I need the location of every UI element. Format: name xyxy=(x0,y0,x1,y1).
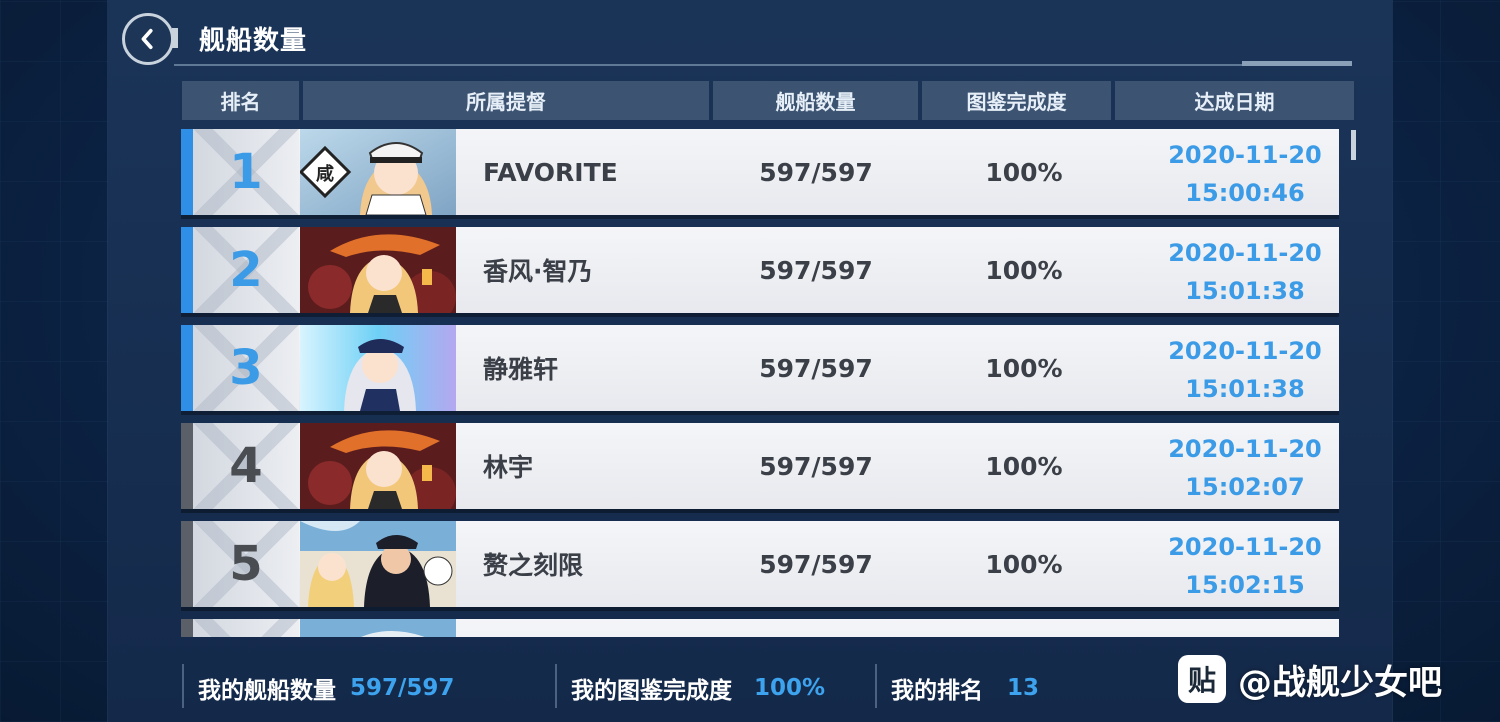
ship-count: 597/597 xyxy=(759,353,873,383)
table-row[interactable] xyxy=(181,619,1339,637)
date-text: 2020-11-20 xyxy=(1168,435,1322,463)
my-completion-label: 我的图鉴完成度 xyxy=(571,678,732,704)
achieved-date: 2020-11-20 15:01:38 xyxy=(1131,335,1341,405)
my-completion-stat: 我的图鉴完成度 100% xyxy=(571,670,825,706)
avatar: 咸 xyxy=(300,129,456,215)
my-ships-stat: 我的舰船数量 597/597 xyxy=(198,670,454,706)
ship-count: 597/597 xyxy=(759,549,873,579)
table-row[interactable]: 3 静雅轩 597/597 100% 2020-11-20 15:01:38 xyxy=(181,325,1339,411)
avatar xyxy=(300,227,456,313)
title-divider xyxy=(174,64,1352,66)
completion-rate: 100% xyxy=(985,549,1063,579)
my-ships-value: 597/597 xyxy=(350,675,455,701)
table-row[interactable]: 5 赘之刻限 597/597 100% 2020-11-20 15:02:15 xyxy=(181,521,1339,607)
my-rank-label: 我的排名 xyxy=(891,678,983,704)
avatar xyxy=(300,325,456,411)
time-text: 15:02:07 xyxy=(1185,473,1305,501)
my-ships-label: 我的舰船数量 xyxy=(198,678,336,704)
my-rank-value: 13 xyxy=(1007,675,1040,701)
divider xyxy=(182,664,184,708)
scrollbar[interactable] xyxy=(1351,130,1356,160)
completion-rate: 100% xyxy=(985,255,1063,285)
back-button-tab xyxy=(172,28,178,48)
admiral-name: FAVORITE xyxy=(483,157,618,187)
date-text: 2020-11-20 xyxy=(1168,337,1322,365)
achieved-date: 2020-11-20 15:01:38 xyxy=(1131,237,1341,307)
column-header-rank: 排名 xyxy=(182,81,299,120)
rank-number: 3 xyxy=(229,340,263,396)
column-header-admiral: 所属提督 xyxy=(303,81,709,120)
rank-stripe xyxy=(181,129,193,215)
column-header-date: 达成日期 xyxy=(1115,81,1354,120)
rank-stripe xyxy=(181,325,193,411)
rank-stripe xyxy=(181,619,193,637)
rank-number: 4 xyxy=(229,438,263,494)
back-button[interactable] xyxy=(122,13,174,65)
ship-count: 597/597 xyxy=(759,255,873,285)
admiral-name: 香风·智乃 xyxy=(483,257,593,286)
completion-rate: 100% xyxy=(985,157,1063,187)
column-header-completion: 图鉴完成度 xyxy=(922,81,1111,120)
achieved-date: 2020-11-20 15:02:15 xyxy=(1131,531,1341,601)
ranking-list[interactable]: 1 咸 FAVORITE 597/597 100% 2020-11-20 15:… xyxy=(181,129,1341,637)
achieved-date: 2020-11-20 15:02:07 xyxy=(1131,433,1341,503)
page-title: 舰船数量 xyxy=(199,26,308,56)
completion-rate: 100% xyxy=(985,353,1063,383)
chevron-left-icon xyxy=(141,28,153,50)
admiral-name: 林宇 xyxy=(483,453,534,482)
date-text: 2020-11-20 xyxy=(1168,239,1322,267)
rank-number: 1 xyxy=(229,144,263,200)
rank-number: 5 xyxy=(229,536,263,592)
rank-stripe xyxy=(181,521,193,607)
column-header-ships: 舰船数量 xyxy=(713,81,918,120)
achieved-date: 2020-11-20 15:00:46 xyxy=(1131,139,1341,209)
watermark-text: @战舰少女吧 xyxy=(1238,662,1442,703)
ship-count: 597/597 xyxy=(759,451,873,481)
leaderboard-panel: 舰船数量 排名 所属提督 舰船数量 图鉴完成度 达成日期 1 咸 FAVORIT… xyxy=(108,0,1392,722)
time-text: 15:01:38 xyxy=(1185,277,1305,305)
my-completion-value: 100% xyxy=(754,675,826,701)
table-row[interactable]: 1 咸 FAVORITE 597/597 100% 2020-11-20 15:… xyxy=(181,129,1339,215)
watermark: 贴 @战舰少女吧 xyxy=(1178,653,1442,705)
time-text: 15:02:15 xyxy=(1185,571,1305,599)
completion-rate: 100% xyxy=(985,451,1063,481)
date-text: 2020-11-20 xyxy=(1168,533,1322,561)
time-text: 15:00:46 xyxy=(1185,179,1305,207)
avatar xyxy=(300,423,456,509)
top-bar: 舰船数量 xyxy=(108,0,1392,68)
rank-stripe xyxy=(181,423,193,509)
avatar xyxy=(300,521,456,607)
rank-stripe xyxy=(181,227,193,313)
time-text: 15:01:38 xyxy=(1185,375,1305,403)
tieba-icon: 贴 xyxy=(1178,655,1226,703)
table-row[interactable]: 4 林宇 597/597 100% 2020-11-20 15:02:07 xyxy=(181,423,1339,509)
date-text: 2020-11-20 xyxy=(1168,141,1322,169)
svg-text:咸: 咸 xyxy=(316,164,334,185)
admiral-name: 静雅轩 xyxy=(483,355,559,384)
avatar xyxy=(300,619,456,637)
table-header: 排名 所属提督 舰船数量 图鉴完成度 达成日期 xyxy=(182,81,1354,120)
divider xyxy=(875,664,877,708)
my-rank-stat: 我的排名 13 xyxy=(891,670,1039,706)
divider xyxy=(555,664,557,708)
title-divider-accent xyxy=(1242,61,1352,66)
admiral-name: 赘之刻限 xyxy=(483,551,584,580)
rank-number: 2 xyxy=(229,242,263,298)
table-row[interactable]: 2 香风·智乃 597/597 100% 2020-11-20 15:01:38 xyxy=(181,227,1339,313)
ship-count: 597/597 xyxy=(759,157,873,187)
